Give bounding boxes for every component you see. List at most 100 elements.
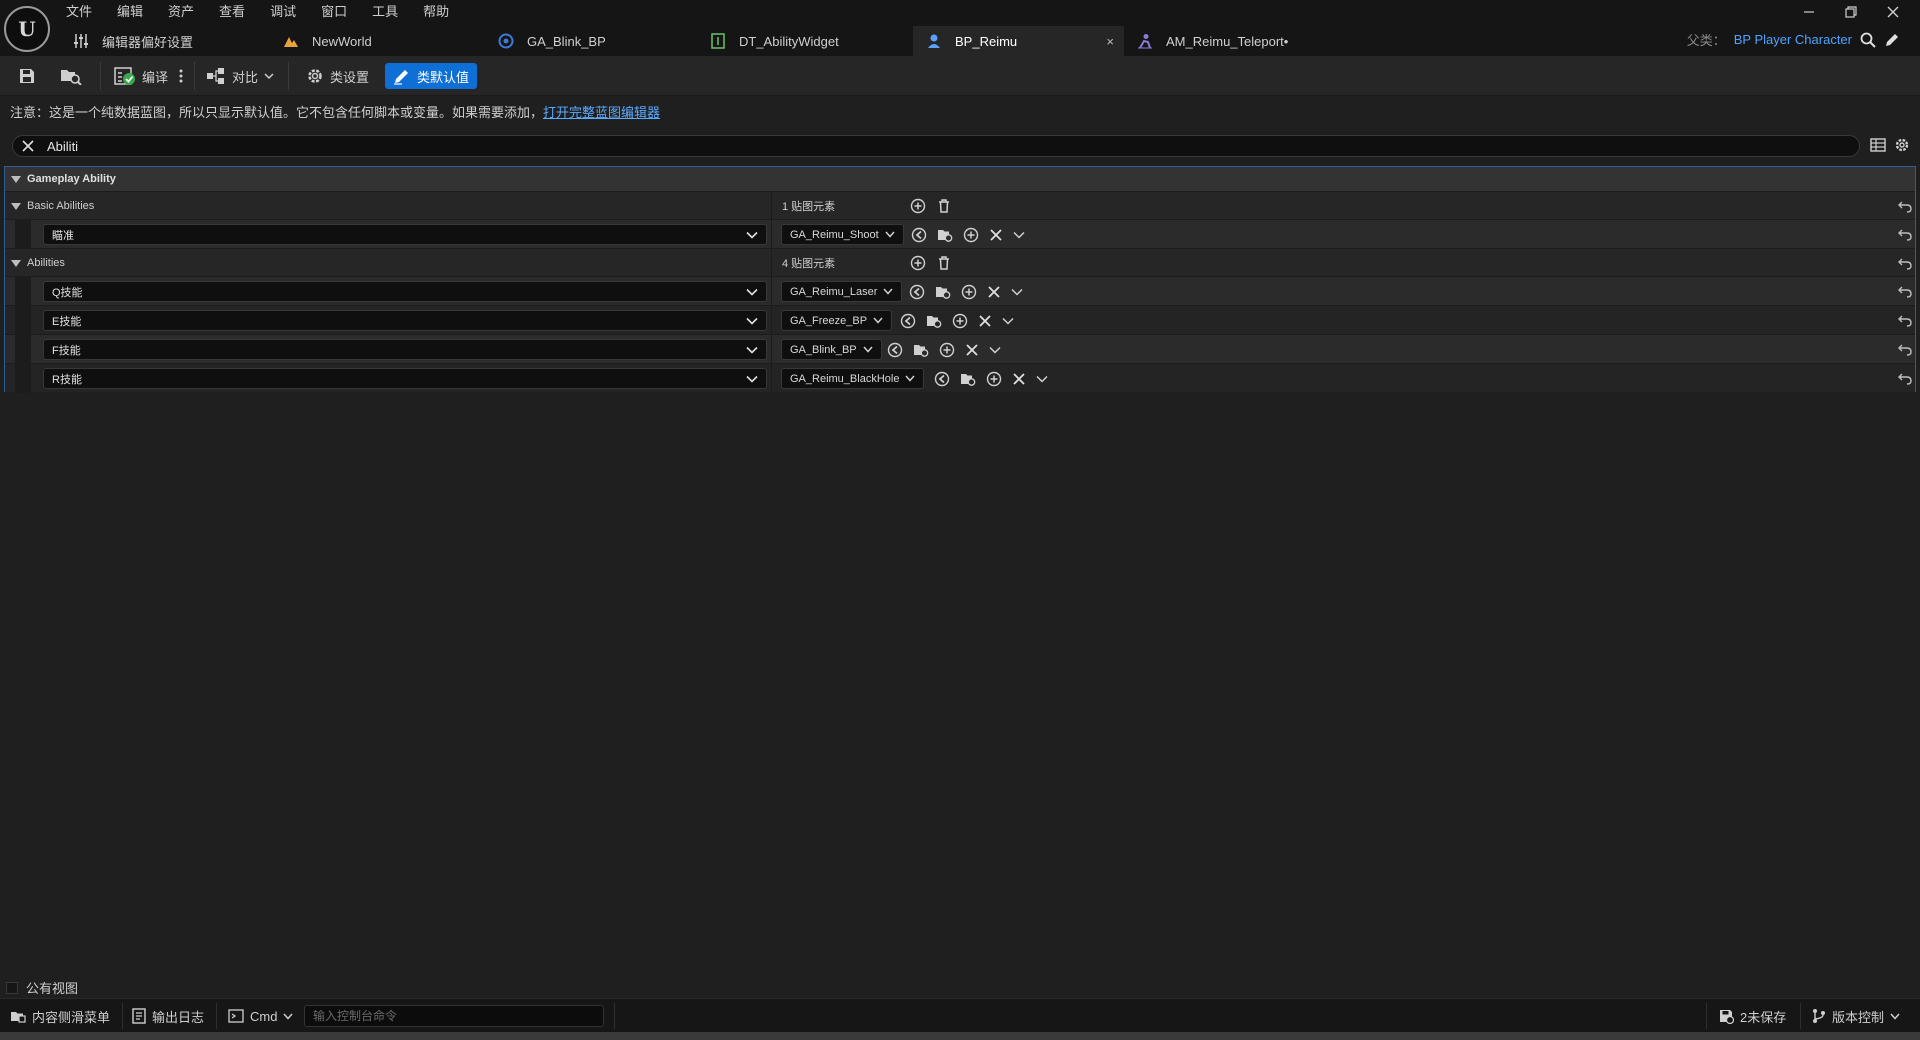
menu-asset[interactable]: 资产 <box>168 2 206 22</box>
browse-button[interactable] <box>56 63 86 89</box>
map-element-row: F技能 GA_Blink_BP <box>5 334 1915 364</box>
cmd-selector[interactable]: Cmd <box>228 999 294 1033</box>
public-view-checkbox[interactable] <box>6 981 18 994</box>
source-control-button[interactable]: 版本控制 <box>1812 999 1900 1033</box>
details-settings-icon[interactable] <box>1894 137 1910 153</box>
chevron-down-icon[interactable] <box>1002 317 1014 325</box>
menu-debug[interactable]: 调试 <box>270 2 308 22</box>
clear-icon[interactable] <box>978 314 992 328</box>
map-key-dropdown[interactable]: 瞄准 <box>43 224 767 245</box>
output-log-button[interactable]: 输出日志 <box>132 999 204 1033</box>
reset-to-default-icon[interactable] <box>1898 199 1912 213</box>
tab-newworld[interactable]: NewWorld <box>270 26 485 56</box>
trash-icon[interactable] <box>936 198 952 214</box>
property-matrix-icon[interactable] <box>1870 137 1886 153</box>
chevron-down-icon[interactable] <box>1036 375 1048 383</box>
map-key-dropdown[interactable]: E技能 <box>43 310 767 331</box>
menu-view[interactable]: 查看 <box>219 2 257 22</box>
close-window-icon[interactable] <box>1872 2 1914 22</box>
expand-arrow-icon[interactable] <box>11 175 21 183</box>
public-view-toggle[interactable]: 公有视图 <box>6 978 78 997</box>
minimize-icon[interactable] <box>1788 2 1830 22</box>
expand-arrow-icon[interactable] <box>11 259 21 267</box>
open-full-editor-link[interactable]: 打开完整蓝图编辑器 <box>543 105 660 120</box>
class-defaults-button[interactable]: 类默认值 <box>385 63 478 89</box>
insert-icon[interactable] <box>939 342 955 358</box>
expand-arrow-icon[interactable] <box>11 202 21 210</box>
reset-to-default-icon[interactable] <box>1898 313 1912 327</box>
ability-class-dropdown[interactable]: GA_Reimu_BlackHole <box>781 368 925 389</box>
class-settings-button[interactable]: 类设置 <box>302 63 373 89</box>
restore-icon[interactable] <box>1830 2 1872 22</box>
chevron-down-icon[interactable] <box>1011 288 1023 296</box>
chevron-down-icon[interactable] <box>989 346 1001 354</box>
clear-icon[interactable] <box>987 285 1001 299</box>
trash-icon[interactable] <box>936 255 952 271</box>
clear-icon[interactable] <box>989 228 1003 242</box>
insert-icon[interactable] <box>952 313 968 329</box>
unsaved-assets-button[interactable]: 2未保存 <box>1718 999 1786 1033</box>
browse-asset-icon[interactable] <box>926 313 942 329</box>
menu-help[interactable]: 帮助 <box>423 2 461 22</box>
tab-bp-reimu[interactable]: BP_Reimu × <box>913 26 1124 56</box>
ability-class-dropdown[interactable]: GA_Reimu_Laser <box>781 281 903 302</box>
insert-icon[interactable] <box>961 284 977 300</box>
compile-button[interactable]: 编译 <box>110 63 172 89</box>
column-divider[interactable] <box>771 364 772 393</box>
map-key-dropdown[interactable]: R技能 <box>43 368 767 389</box>
insert-icon[interactable] <box>986 371 1002 387</box>
use-selected-icon[interactable] <box>934 371 950 387</box>
reset-to-default-icon[interactable] <box>1898 284 1912 298</box>
chevron-down-icon[interactable] <box>1013 231 1025 239</box>
search-icon[interactable] <box>1860 32 1876 48</box>
unreal-logo-icon[interactable]: U <box>4 6 50 52</box>
compile-options-button[interactable] <box>174 63 188 89</box>
edit-pencil-icon[interactable] <box>1884 32 1900 48</box>
menu-tools[interactable]: 工具 <box>372 2 410 22</box>
clear-search-icon[interactable] <box>17 136 39 156</box>
clear-icon[interactable] <box>965 343 979 357</box>
diff-button[interactable]: 对比 <box>202 63 278 89</box>
insert-icon[interactable] <box>963 227 979 243</box>
menu-window[interactable]: 窗口 <box>321 2 359 22</box>
use-selected-icon[interactable] <box>909 284 925 300</box>
clear-icon[interactable] <box>1012 372 1026 386</box>
ability-class-dropdown[interactable]: GA_Freeze_BP <box>781 310 893 331</box>
browse-asset-icon[interactable] <box>937 227 953 243</box>
close-icon[interactable]: × <box>1106 34 1114 49</box>
save-button[interactable] <box>14 63 40 89</box>
ability-class-dropdown[interactable]: GA_Blink_BP <box>781 339 882 360</box>
column-divider[interactable] <box>771 306 772 335</box>
use-selected-icon[interactable] <box>900 313 916 329</box>
map-key-dropdown[interactable]: Q技能 <box>43 281 767 302</box>
tab-editor-preferences[interactable]: 编辑器偏好设置 <box>60 26 270 56</box>
console-command-input[interactable]: 输入控制台命令 <box>304 1005 604 1027</box>
category-gameplay-ability[interactable]: Gameplay Ability <box>5 167 1915 191</box>
use-selected-icon[interactable] <box>887 342 903 358</box>
browse-asset-icon[interactable] <box>913 342 929 358</box>
reset-to-default-icon[interactable] <box>1898 342 1912 356</box>
column-divider[interactable] <box>771 277 772 306</box>
browse-asset-icon[interactable] <box>960 371 976 387</box>
map-key-dropdown[interactable]: F技能 <box>43 339 767 360</box>
search-input[interactable] <box>47 138 1747 154</box>
browse-asset-icon[interactable] <box>935 284 951 300</box>
column-divider[interactable] <box>771 249 772 278</box>
tab-am-reimu-teleport[interactable]: AM_Reimu_Teleport• <box>1124 26 1354 56</box>
reset-to-default-icon[interactable] <box>1898 371 1912 385</box>
parent-class-link[interactable]: BP Player Character <box>1734 32 1852 47</box>
content-drawer-button[interactable]: 内容侧滑菜单 <box>10 999 110 1033</box>
reset-to-default-icon[interactable] <box>1898 227 1912 241</box>
tab-dt-abilitywidget[interactable]: DT_AbilityWidget <box>697 26 913 56</box>
column-divider[interactable] <box>771 335 772 364</box>
add-element-icon[interactable] <box>910 198 926 214</box>
add-element-icon[interactable] <box>910 255 926 271</box>
menu-file[interactable]: 文件 <box>66 2 104 22</box>
column-divider[interactable] <box>771 192 772 221</box>
column-divider[interactable] <box>771 220 772 249</box>
ability-class-dropdown[interactable]: GA_Reimu_Shoot <box>781 224 904 245</box>
use-selected-icon[interactable] <box>911 227 927 243</box>
menu-edit[interactable]: 编辑 <box>117 2 155 22</box>
tab-ga-blink-bp[interactable]: GA_Blink_BP <box>485 26 697 56</box>
reset-to-default-icon[interactable] <box>1898 256 1912 270</box>
